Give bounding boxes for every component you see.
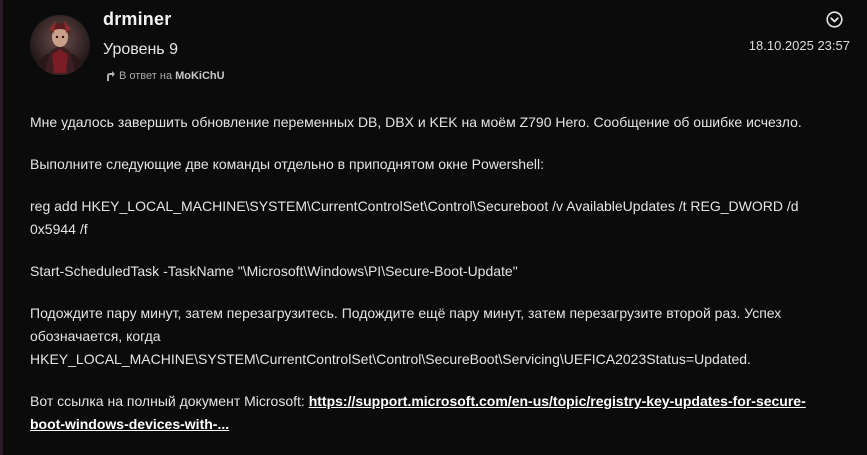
author-name[interactable]: drminer xyxy=(103,9,171,30)
body-paragraph: Выполните следующие две команды отдельно… xyxy=(30,156,544,172)
body-paragraph: Мне удалось завершить обновление перемен… xyxy=(30,114,802,130)
chevron-down-circle-icon xyxy=(826,11,843,28)
reply-prefix: В ответ на xyxy=(119,70,173,82)
link-intro: Вот ссылка на полный документ Microsoft: xyxy=(30,393,309,409)
reply-target-link[interactable]: MoKiChU xyxy=(175,70,225,82)
post-left-border xyxy=(0,0,3,455)
avatar[interactable] xyxy=(30,15,90,75)
body-paragraph: Start-ScheduledTask -TaskName "\Microsof… xyxy=(30,263,518,279)
post-body: Мне удалось завершить обновление перемен… xyxy=(30,111,840,455)
forum-post: drminer Уровень 9 В ответ на MoKiChU 18.… xyxy=(0,0,867,455)
author-rank: Уровень 9 xyxy=(103,41,178,58)
reply-to: В ответ на MoKiChU xyxy=(104,70,225,82)
body-paragraph: Подождите пару минут, затем перезагрузит… xyxy=(30,305,782,367)
avatar-image xyxy=(30,15,90,75)
post-timestamp: 18.10.2025 23:57 xyxy=(748,38,850,53)
body-paragraph: reg add HKEY_LOCAL_MACHINE\SYSTEM\Curren… xyxy=(30,198,799,237)
body-paragraph-link: Вот ссылка на полный документ Microsoft:… xyxy=(30,390,840,436)
post-menu-button[interactable] xyxy=(826,11,843,28)
reply-arrow-icon xyxy=(104,70,116,82)
